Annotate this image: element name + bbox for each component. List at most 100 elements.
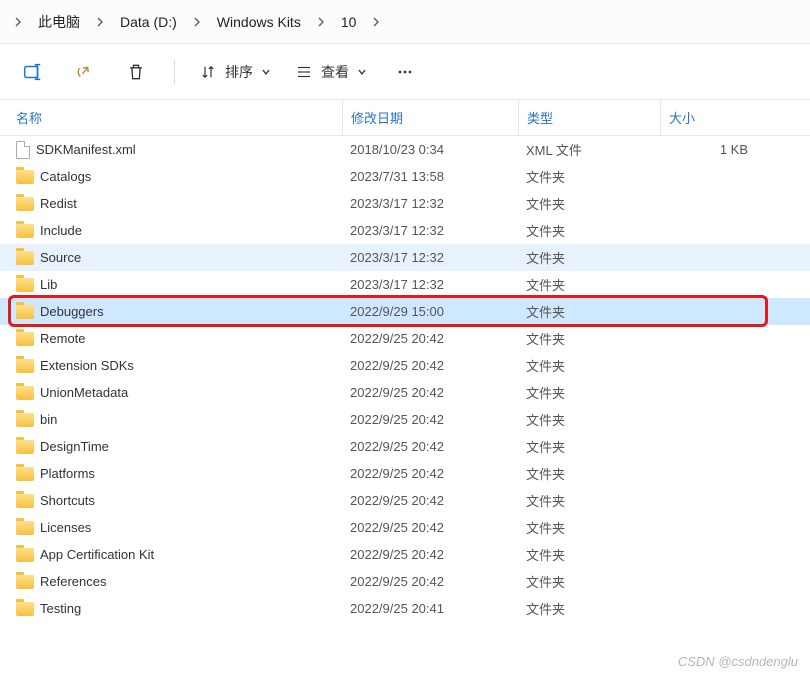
folder-icon	[16, 305, 34, 319]
file-name: Remote	[40, 331, 86, 346]
cell-type: 文件夹	[518, 356, 660, 375]
folder-icon	[16, 575, 34, 589]
folder-icon	[16, 359, 34, 373]
table-row[interactable]: UnionMetadata2022/9/25 20:42文件夹	[0, 379, 810, 406]
cell-name: Source	[16, 250, 342, 265]
cell-date: 2022/9/29 15:00	[342, 304, 518, 319]
table-row[interactable]: Remote 2022/9/25 20:42文件夹	[0, 325, 810, 352]
cell-type: 文件夹	[518, 248, 660, 267]
cell-name: Lib	[16, 277, 342, 292]
folder-icon	[16, 467, 34, 481]
table-row[interactable]: Lib2023/3/17 12:32文件夹	[0, 271, 810, 298]
col-header-type[interactable]: 类型	[518, 100, 660, 135]
cell-type: 文件夹	[518, 518, 660, 537]
table-row[interactable]: Include2023/3/17 12:32文件夹	[0, 217, 810, 244]
col-header-size[interactable]: 大小	[660, 100, 760, 135]
chevron-right-icon[interactable]	[366, 12, 386, 32]
cell-date: 2022/9/25 20:41	[342, 601, 518, 616]
cell-name: Debuggers	[16, 304, 342, 319]
cell-date: 2022/9/25 20:42	[342, 574, 518, 589]
cell-date: 2018/10/23 0:34	[342, 142, 518, 157]
folder-icon	[16, 521, 34, 535]
table-row[interactable]: bin2022/9/25 20:42文件夹	[0, 406, 810, 433]
table-row[interactable]: Redist2023/3/17 12:32文件夹	[0, 190, 810, 217]
cell-type: 文件夹	[518, 572, 660, 591]
table-row[interactable]: Extension SDKs2022/9/25 20:42文件夹	[0, 352, 810, 379]
table-row[interactable]: App Certification Kit 2022/9/25 20:42文件夹	[0, 541, 810, 568]
cell-type: 文件夹	[518, 545, 660, 564]
crumb-this-pc[interactable]: 此电脑	[32, 8, 86, 36]
cell-type: 文件夹	[518, 275, 660, 294]
crumb-10[interactable]: 10	[335, 10, 363, 34]
crumb-data-d[interactable]: Data (D:)	[114, 10, 183, 34]
table-row[interactable]: Source2023/3/17 12:32文件夹	[0, 244, 810, 271]
chevron-right-icon[interactable]	[311, 12, 331, 32]
cell-date: 2023/3/17 12:32	[342, 277, 518, 292]
cell-type: 文件夹	[518, 167, 660, 186]
file-name: UnionMetadata	[40, 385, 128, 400]
file-name: Extension SDKs	[40, 358, 134, 373]
cell-name: Platforms	[16, 466, 342, 481]
folder-icon	[16, 602, 34, 616]
chevron-right-icon[interactable]	[8, 12, 28, 32]
cell-type: 文件夹	[518, 599, 660, 618]
table-row[interactable]: Testing 2022/9/25 20:41文件夹	[0, 595, 810, 622]
cell-date: 2022/9/25 20:42	[342, 331, 518, 346]
cell-name: Testing	[16, 601, 342, 616]
more-icon[interactable]	[391, 58, 419, 86]
folder-icon	[16, 224, 34, 238]
file-name: References	[40, 574, 106, 589]
cell-type: 文件夹	[518, 302, 660, 321]
table-row[interactable]: References 2022/9/25 20:42文件夹	[0, 568, 810, 595]
folder-icon	[16, 197, 34, 211]
file-name: App Certification Kit	[40, 547, 154, 562]
file-icon	[16, 141, 30, 159]
column-headers: 名称 修改日期 类型 大小	[0, 100, 810, 136]
table-row[interactable]: DesignTime2022/9/25 20:42文件夹	[0, 433, 810, 460]
table-row[interactable]: Platforms2022/9/25 20:42文件夹	[0, 460, 810, 487]
cell-type: 文件夹	[518, 329, 660, 348]
chevron-down-icon	[357, 67, 367, 77]
table-row[interactable]: Catalogs2023/7/31 13:58文件夹	[0, 163, 810, 190]
cell-date: 2023/3/17 12:32	[342, 196, 518, 211]
cell-name: SDKManifest.xml	[16, 141, 342, 159]
cell-date: 2022/9/25 20:42	[342, 493, 518, 508]
table-row[interactable]: Shortcuts2022/9/25 20:42文件夹	[0, 487, 810, 514]
col-header-name[interactable]: 名称	[16, 108, 342, 127]
folder-icon	[16, 170, 34, 184]
col-header-date[interactable]: 修改日期	[342, 100, 518, 135]
cell-date: 2023/3/17 12:32	[342, 250, 518, 265]
view-button[interactable]: 查看	[295, 62, 367, 82]
cell-name: Include	[16, 223, 342, 238]
cell-name: Catalogs	[16, 169, 342, 184]
sort-label: 排序	[225, 62, 253, 82]
file-name: SDKManifest.xml	[36, 142, 136, 157]
cell-type: 文件夹	[518, 491, 660, 510]
table-row[interactable]: Licenses2022/9/25 20:42文件夹	[0, 514, 810, 541]
folder-icon	[16, 440, 34, 454]
file-list: SDKManifest.xml2018/10/23 0:34XML 文件1 KB…	[0, 136, 810, 622]
toolbar: 排序 查看	[0, 44, 810, 100]
sort-button[interactable]: 排序	[199, 62, 271, 82]
file-name: Testing	[40, 601, 81, 616]
cell-date: 2023/3/17 12:32	[342, 223, 518, 238]
rename-icon[interactable]	[18, 58, 46, 86]
cell-size: 1 KB	[660, 142, 760, 157]
folder-icon	[16, 386, 34, 400]
folder-icon	[16, 548, 34, 562]
file-name: Include	[40, 223, 82, 238]
chevron-right-icon[interactable]	[187, 12, 207, 32]
cell-date: 2022/9/25 20:42	[342, 520, 518, 535]
cell-date: 2022/9/25 20:42	[342, 466, 518, 481]
delete-icon[interactable]	[122, 58, 150, 86]
cell-name: bin	[16, 412, 342, 427]
cell-name: Redist	[16, 196, 342, 211]
table-row[interactable]: Debuggers2022/9/29 15:00文件夹	[0, 298, 810, 325]
crumb-windows-kits[interactable]: Windows Kits	[211, 10, 307, 34]
chevron-right-icon[interactable]	[90, 12, 110, 32]
share-icon[interactable]	[70, 58, 98, 86]
cell-name: App Certification Kit	[16, 547, 342, 562]
table-row[interactable]: SDKManifest.xml2018/10/23 0:34XML 文件1 KB	[0, 136, 810, 163]
cell-date: 2022/9/25 20:42	[342, 547, 518, 562]
breadcrumb: 此电脑 Data (D:) Windows Kits 10	[0, 0, 810, 44]
